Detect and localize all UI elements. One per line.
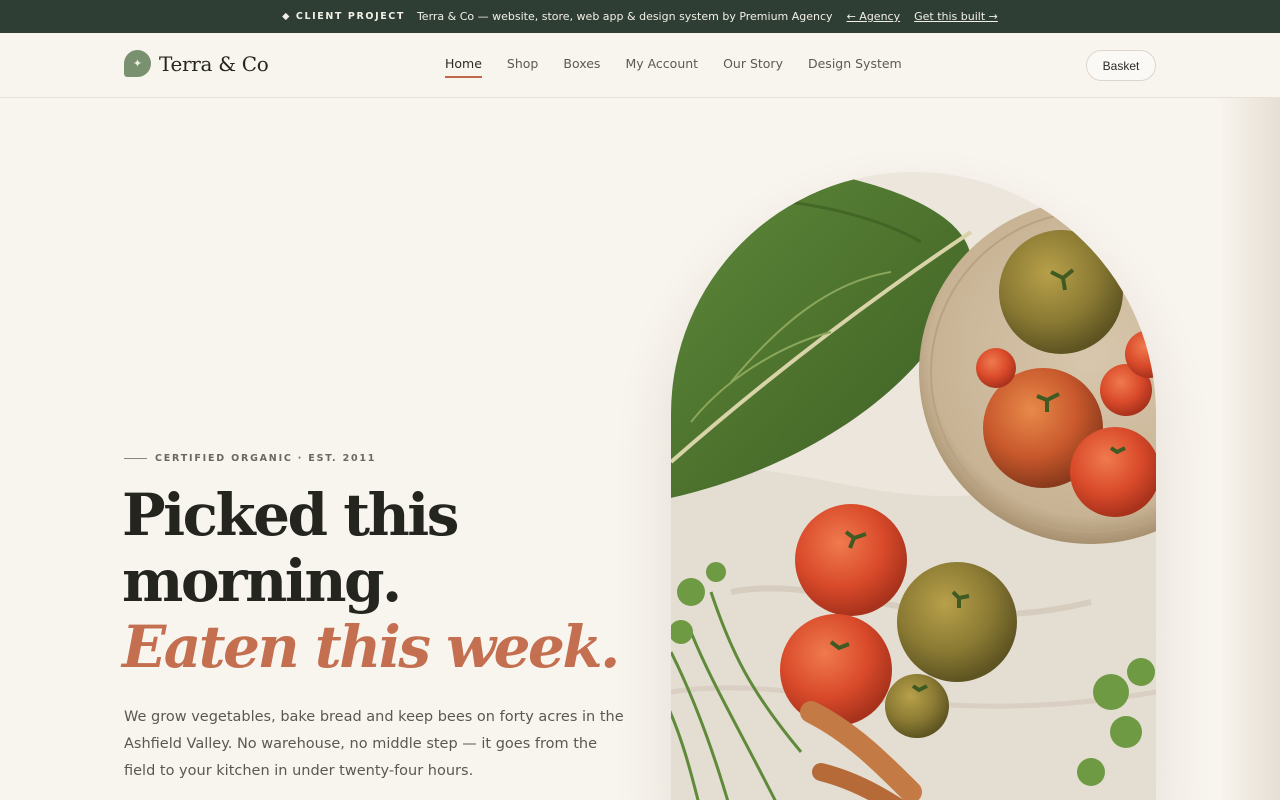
banner-tag: ◆ CLIENT PROJECT [282, 11, 405, 22]
eyebrow-text: CERTIFIED ORGANIC · EST. 2011 [155, 453, 377, 464]
nav-design-system[interactable]: Design System [808, 56, 902, 77]
page-edge-shadow [1220, 98, 1280, 800]
headline-accent: Eaten this week. [122, 613, 620, 681]
leaf-icon: ✦ [124, 50, 151, 77]
client-project-banner: ◆ CLIENT PROJECT Terra & Co — website, s… [0, 0, 1280, 33]
basket-button[interactable]: Basket [1086, 50, 1156, 81]
vegetables-illustration [671, 172, 1156, 800]
logo[interactable]: ✦ Terra & Co [124, 50, 269, 77]
get-this-built-link[interactable]: Get this built → [914, 10, 998, 23]
main-nav: Home Shop Boxes My Account Our Story Des… [445, 56, 902, 78]
headline-line-2: morning. [122, 547, 402, 615]
hero-eyebrow: CERTIFIED ORGANIC · EST. 2011 [124, 453, 376, 464]
vegetables-photo [671, 172, 1156, 800]
hero-headline: Picked this morning. Eaten this week. [122, 482, 622, 680]
hero-lede: We grow vegetables, bake bread and keep … [124, 709, 624, 779]
headline-line-1: Picked this [122, 481, 459, 549]
nav-home[interactable]: Home [445, 56, 482, 78]
nav-boxes[interactable]: Boxes [563, 56, 600, 77]
eyebrow-rule [124, 458, 147, 459]
agency-link[interactable]: ← Agency [847, 10, 901, 23]
nav-our-story[interactable]: Our Story [723, 56, 783, 77]
banner-description: Terra & Co — website, store, web app & d… [416, 10, 833, 23]
nav-my-account[interactable]: My Account [625, 56, 698, 77]
nav-shop[interactable]: Shop [507, 56, 538, 77]
brand-name: Terra & Co [159, 51, 269, 76]
site-header: ✦ Terra & Co Home Shop Boxes My Account … [0, 33, 1280, 98]
